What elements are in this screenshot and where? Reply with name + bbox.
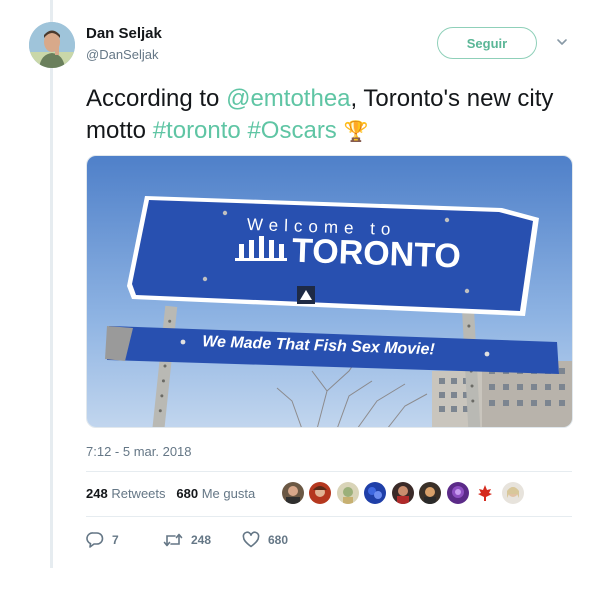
trophy-emoji: 🏆: [343, 121, 369, 143]
liker-avatar[interactable]: [392, 482, 414, 504]
liker-avatar[interactable]: [282, 482, 304, 504]
retweets-label: Retweets: [111, 486, 166, 501]
reply-icon: [86, 532, 104, 548]
mention-link[interactable]: @emtothea: [226, 85, 350, 112]
retweets-stat[interactable]: 248 Retweets: [86, 486, 166, 501]
author-name[interactable]: Dan Seljak: [86, 25, 162, 42]
likes-count: 680: [176, 486, 199, 501]
chevron-down-icon[interactable]: [556, 36, 568, 48]
retweet-count: 248: [191, 533, 212, 547]
tweet-stats: 248 Retweets 680 Me gusta: [86, 486, 255, 501]
liker-avatar[interactable]: [337, 482, 359, 504]
liker-avatar[interactable]: [474, 482, 496, 504]
tweet-timestamp[interactable]: 7:12 - 5 mar. 2018: [86, 444, 192, 459]
reply-count: 7: [112, 533, 119, 547]
like-button[interactable]: 680: [242, 529, 288, 551]
divider-top: [86, 471, 572, 472]
retweets-count: 248: [86, 486, 108, 501]
tweet-page: Dan Seljak @DanSeljak Seguir According t…: [0, 0, 600, 600]
tweet-text-part: According to: [86, 85, 227, 112]
sign-city-text: TORONTO: [291, 232, 461, 276]
thread-line: [50, 0, 53, 568]
reply-button[interactable]: 7: [86, 529, 119, 551]
avatar[interactable]: [29, 22, 75, 68]
retweet-icon: [163, 533, 183, 547]
liker-avatar[interactable]: [447, 482, 469, 504]
liker-avatar[interactable]: [364, 482, 386, 504]
tweet-text: According to @emtothea, Toronto's new ci…: [86, 83, 586, 148]
hashtag-toronto[interactable]: #toronto: [153, 117, 241, 144]
author-handle[interactable]: @DanSeljak: [86, 47, 158, 62]
like-count: 680: [268, 533, 289, 547]
toronto-sign-photo: Welcome to TORONTO We Made That Fish Sex…: [87, 156, 572, 427]
avatar-image: [29, 22, 75, 68]
likes-stat[interactable]: 680 Me gusta: [176, 486, 255, 501]
likes-label: Me gusta: [201, 486, 256, 501]
liker-avatar[interactable]: [419, 482, 441, 504]
heart-icon: [242, 531, 260, 548]
liker-avatar[interactable]: [309, 482, 331, 504]
retweet-button[interactable]: 248: [163, 529, 211, 551]
divider-bottom: [86, 516, 572, 517]
liker-avatar[interactable]: [502, 482, 524, 504]
hashtag-oscars[interactable]: #Oscars: [247, 117, 336, 144]
tweet-image[interactable]: Welcome to TORONTO We Made That Fish Sex…: [86, 155, 573, 428]
follow-button[interactable]: Seguir: [437, 27, 537, 59]
